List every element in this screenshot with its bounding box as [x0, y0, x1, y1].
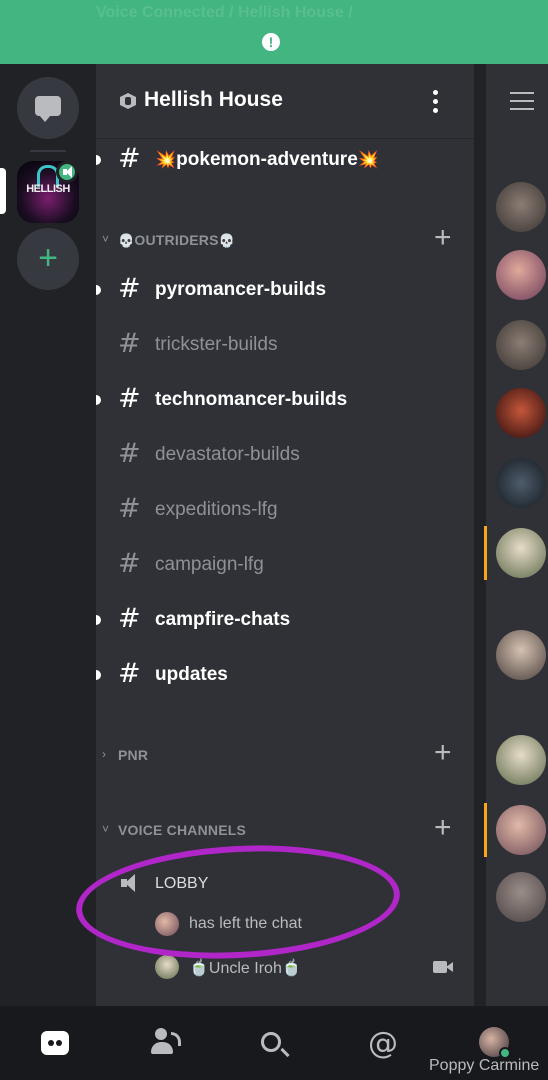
channel-item[interactable]: # campaign-lfg — [96, 541, 474, 589]
hash-icon: # — [118, 658, 141, 689]
channel-name: trickster-builds — [155, 334, 278, 355]
search-icon[interactable] — [261, 1032, 281, 1052]
avatar[interactable] — [496, 388, 546, 438]
hash-icon: # — [118, 438, 141, 469]
hash-icon: # — [118, 328, 141, 359]
hash-icon: # — [118, 493, 141, 524]
channel-item[interactable]: # 💥pokemon-adventure💥 — [96, 136, 474, 184]
selected-server-indicator — [0, 168, 6, 214]
add-channel-button[interactable]: + — [434, 736, 452, 770]
category-label: VOICE CHANNELS — [118, 822, 247, 838]
more-options-icon[interactable] — [433, 90, 439, 114]
add-server-button[interactable]: + — [17, 228, 79, 290]
speaker-icon — [56, 161, 78, 183]
server-rail: HELLISH + — [0, 64, 96, 1006]
avatar[interactable] — [496, 872, 546, 922]
voice-channel-name: LOBBY — [155, 875, 209, 892]
member-name: 🍵Uncle Iroh🍵 — [189, 958, 302, 978]
tea-icon: 🍵 — [189, 960, 209, 977]
unread-indicator — [96, 615, 101, 625]
channel-label: pokemon-adventure — [176, 149, 358, 170]
boom-icon: 💥 — [155, 150, 177, 169]
skull-icon: 💀 — [218, 233, 236, 248]
unread-indicator — [96, 395, 101, 405]
category-voice-channels[interactable]: ˅ VOICE CHANNELS + — [96, 811, 474, 851]
avatar[interactable] — [496, 458, 546, 508]
category-label: OUTRIDERS — [134, 232, 219, 248]
video-camera-icon — [433, 961, 453, 973]
banner-text: Voice Connected / Hellish House / — [96, 4, 353, 21]
mentions-icon[interactable]: @ — [368, 1026, 398, 1061]
channel-name: campfire-chats — [155, 609, 291, 630]
chevron-down-icon: ˅ — [102, 822, 110, 836]
category-label: PNR — [118, 747, 149, 763]
channel-item[interactable]: # expeditions-lfg — [96, 486, 474, 534]
add-channel-button[interactable]: + — [434, 221, 452, 255]
add-channel-button[interactable]: + — [434, 811, 452, 845]
channel-item[interactable]: # pyromancer-builds — [96, 266, 474, 314]
highlight-bar — [484, 526, 487, 580]
member-label: Uncle Iroh — [208, 960, 282, 977]
hamburger-menu-icon[interactable] — [510, 92, 534, 116]
alert-icon: ! — [262, 33, 280, 51]
voice-member[interactable]: 🍵Uncle Iroh🍵 — [96, 949, 474, 985]
channel-item[interactable]: # devastator-builds — [96, 431, 474, 479]
avatar[interactable] — [496, 320, 546, 370]
channel-name: expeditions-lfg — [155, 499, 278, 520]
channel-name: devastator-builds — [155, 444, 300, 465]
app-root: Voice Connected / Hellish House / ! HELL… — [0, 0, 548, 1080]
category-pnr[interactable]: › PNR + — [96, 736, 474, 776]
server-logo-text: HELLISH — [26, 183, 70, 195]
chevron-down-icon: ˅ — [102, 232, 110, 246]
chat-bubble-icon — [35, 96, 61, 122]
highlight-bar — [484, 803, 487, 857]
category-name: 💀OUTRIDERS💀 — [118, 232, 235, 249]
channel-item[interactable]: # technomancer-builds — [96, 376, 474, 424]
hash-icon: # — [118, 273, 141, 304]
channel-name: campaign-lfg — [155, 554, 264, 575]
server-boost-icon — [120, 93, 136, 109]
unread-indicator — [96, 285, 101, 295]
speaker-icon — [121, 874, 137, 892]
server-name: Hellish House — [144, 88, 283, 111]
username-watermark: Poppy Carmine — [429, 1057, 540, 1074]
channel-name: updates — [155, 664, 228, 685]
channel-name: pyromancer-builds — [155, 279, 327, 300]
hash-icon: # — [118, 603, 141, 634]
voice-member[interactable]: has left the chat — [96, 906, 474, 942]
skull-icon: 💀 — [118, 233, 135, 248]
channel-item[interactable]: # trickster-builds — [96, 321, 474, 369]
server-header[interactable]: Hellish House — [96, 64, 474, 138]
channel-name: 💥pokemon-adventure💥 — [155, 149, 379, 171]
boom-icon: 💥 — [357, 150, 379, 169]
avatar[interactable] — [496, 528, 546, 578]
channel-item[interactable]: # updates — [96, 651, 474, 699]
voice-connected-banner[interactable]: Voice Connected / Hellish House / ! — [0, 0, 548, 64]
member-name: has left the chat — [189, 915, 302, 932]
home-discord-icon[interactable] — [41, 1031, 69, 1055]
unread-indicator — [96, 670, 101, 680]
avatar[interactable] — [496, 735, 546, 785]
tea-icon: 🍵 — [281, 960, 302, 977]
rail-divider — [30, 150, 66, 152]
category-outriders[interactable]: ˅ 💀OUTRIDERS💀 + — [96, 221, 474, 261]
direct-messages-button[interactable] — [17, 77, 79, 139]
hash-icon: # — [118, 383, 141, 414]
avatar[interactable] — [496, 805, 546, 855]
hash-icon: # — [118, 548, 141, 579]
plus-icon: + — [38, 239, 58, 277]
unread-indicator — [96, 155, 101, 165]
voice-channel-lobby[interactable]: LOBBY — [96, 864, 474, 904]
avatar — [155, 955, 179, 979]
avatar[interactable] — [496, 182, 546, 232]
avatar[interactable] — [496, 250, 546, 300]
avatar — [155, 912, 179, 936]
friends-icon[interactable] — [151, 1028, 181, 1056]
channel-name: technomancer-builds — [155, 389, 348, 410]
avatar[interactable] — [496, 630, 546, 680]
hash-icon: # — [118, 143, 141, 174]
chevron-right-icon: › — [102, 747, 106, 761]
channel-panel: Hellish House # 💥pokemon-adventure💥 ˅ 💀O… — [96, 64, 474, 1006]
channel-item[interactable]: # campfire-chats — [96, 596, 474, 644]
